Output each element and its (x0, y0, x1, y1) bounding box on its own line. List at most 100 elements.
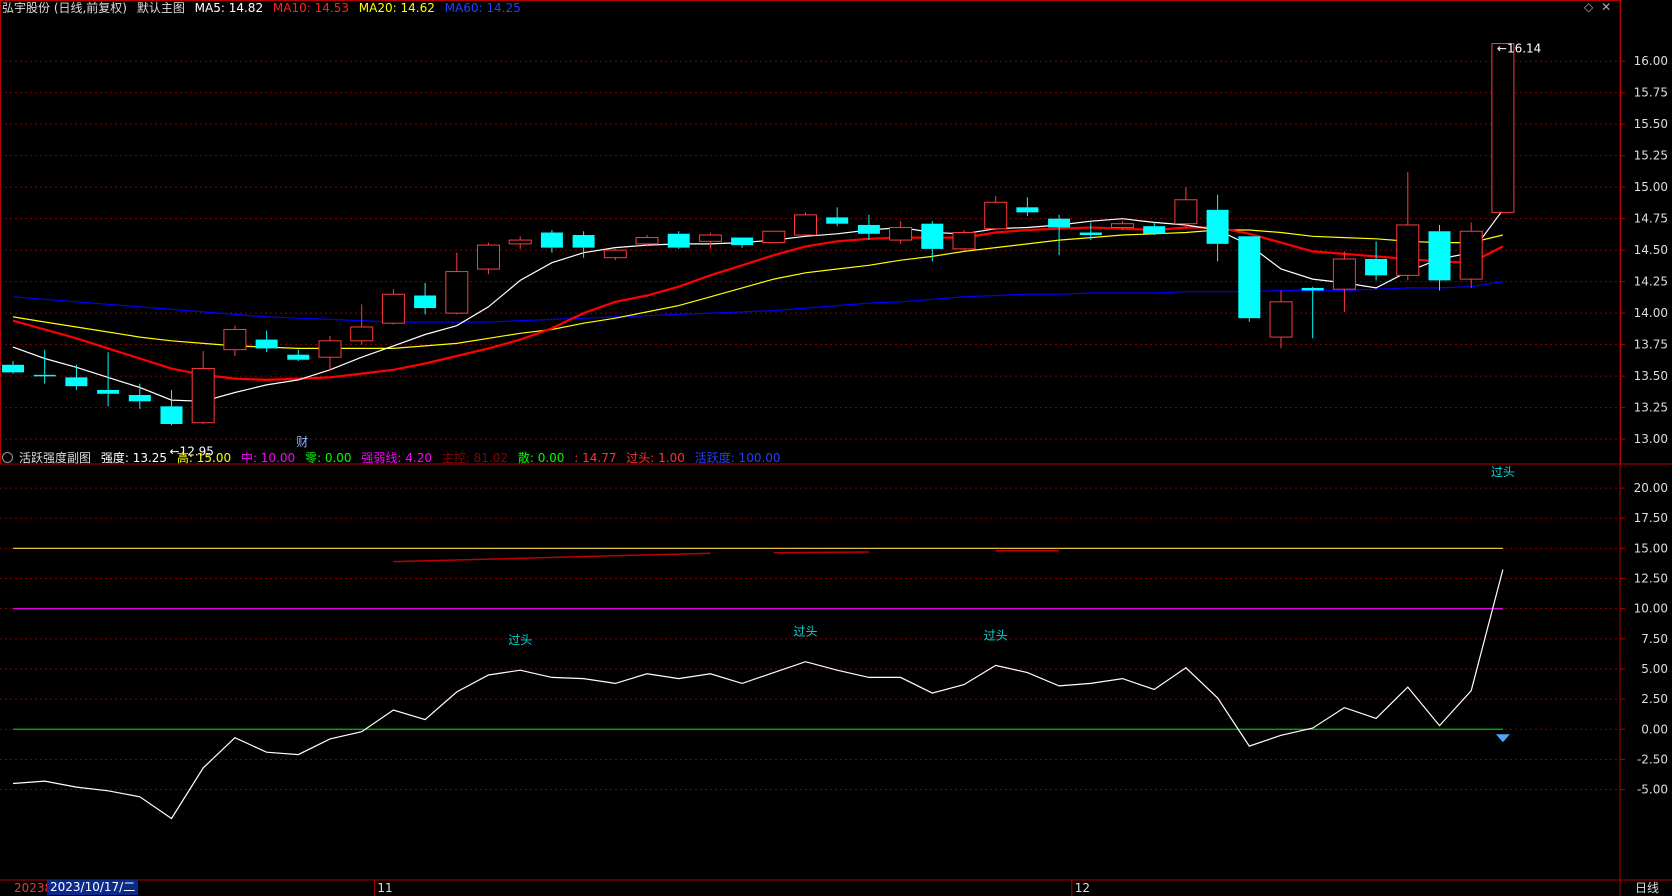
candle-body (318, 340, 342, 358)
diamond-icon[interactable]: ◇ (1584, 0, 1593, 14)
candle-body (350, 326, 374, 342)
candle-body (414, 295, 437, 309)
settings-dot-icon[interactable] (2, 452, 13, 463)
sub-tick-label: 15.00 (1634, 541, 1668, 555)
candle-body (857, 224, 880, 234)
close-icon[interactable]: ✕ (1601, 0, 1611, 14)
candle-body (667, 233, 690, 248)
candle-body (2, 364, 24, 373)
main-tick-label: 13.50 (1634, 369, 1668, 383)
candle-body (1459, 230, 1483, 280)
candle-body (33, 374, 56, 377)
main-control-segment (773, 551, 869, 554)
candle-body (540, 232, 563, 248)
main-tick-label: 15.50 (1634, 117, 1668, 131)
sub-tick-label: 7.50 (1641, 632, 1668, 646)
high-value: 高: 15.00 (176, 451, 232, 465)
chart-canvas[interactable]: 16.00 15.75 15.50 15.25 15.00 14.75 14.50 14.25… (0, 0, 1672, 896)
sub-chart-header: 活跃强度副图 强度: 13.25 高: 15.00 中: 10.00 零: 0.… (2, 450, 787, 466)
over-label: 过头 (793, 625, 817, 639)
main-chart-header: 弘宇股份 (日线,前复权) 默认主图 MA5: 14.82 MA10: 14.5… (2, 0, 527, 16)
candle-body (1491, 43, 1515, 213)
candle-body (1206, 209, 1229, 244)
candle-body (889, 226, 913, 241)
sub-tick-label: 5.00 (1641, 662, 1668, 676)
candle-body (572, 235, 595, 248)
mid-value: 中: 10.00 (240, 451, 296, 465)
candle-body (1365, 258, 1388, 276)
financial-report-marker: 财 (296, 435, 308, 449)
sub-tick-label: 2.50 (1641, 692, 1668, 706)
weak-line-value: 强弱线: 4.20 (361, 451, 432, 465)
ma10-value: MA10: 14.53 (272, 1, 349, 15)
candle-body (984, 201, 1008, 230)
main-tick-label: 14.50 (1634, 243, 1668, 257)
candle-body (1238, 236, 1261, 319)
main-tick-label: 15.75 (1634, 86, 1668, 100)
month-label: 12 (1075, 881, 1090, 895)
main-control-segment (393, 552, 711, 563)
main-tick-label: 16.00 (1634, 54, 1668, 68)
over-label: 过头 (508, 633, 532, 647)
candle-body (1269, 301, 1293, 338)
candle-body (223, 329, 247, 351)
candle-body (287, 354, 310, 360)
stock-title[interactable]: 弘宇股份 (日线,前复权) (2, 1, 127, 15)
retail-value: 散: 0.00 (517, 451, 565, 465)
candle-body (603, 249, 627, 259)
candle-body (191, 368, 215, 424)
candle-body (1396, 224, 1420, 276)
candle-body (1174, 199, 1198, 225)
candle-body (731, 237, 754, 246)
strength-value: 强度: 13.25 (100, 451, 168, 465)
main-tick-label: 14.00 (1634, 306, 1668, 320)
candle-body (826, 217, 849, 224)
template-name[interactable]: 默认主图 (137, 1, 185, 15)
sub-tick-label: 17.50 (1634, 511, 1668, 525)
blank-value: : 14.77 (574, 451, 617, 465)
candle-body (445, 271, 469, 314)
over-label: 过头 (1491, 465, 1515, 479)
candle-body (921, 223, 944, 249)
main-tick-label: 14.25 (1634, 275, 1668, 289)
candle-body (1428, 231, 1451, 281)
sub-tick-label: 12.50 (1634, 572, 1668, 586)
candle-body (952, 232, 976, 250)
main-tick-label: 13.25 (1634, 401, 1668, 415)
strength-line (12, 569, 1504, 820)
zero-value: 零: 0.00 (304, 451, 352, 465)
main-tick-label: 13.75 (1634, 338, 1668, 352)
candle-body (160, 406, 183, 424)
window-controls: ◇ ✕ (1584, 0, 1611, 14)
candle-body (1332, 258, 1356, 290)
indicator-name[interactable]: 活跃强度副图 (19, 451, 91, 465)
candle-body (97, 389, 120, 394)
candle-body (1301, 287, 1324, 291)
main-tick-label: 14.75 (1634, 212, 1668, 226)
month-label: 11 (377, 881, 392, 895)
cursor-date-badge: 2023/10/17/二 (47, 880, 139, 895)
candle-body (1016, 207, 1039, 213)
candle-body (477, 244, 500, 270)
sub-tick-label: 0.00 (1641, 722, 1668, 736)
over-label: 过头 (984, 628, 1008, 642)
period-button[interactable]: 日线 (1622, 880, 1672, 896)
main-tick-label: 13.00 (1634, 432, 1668, 446)
candle-body (1048, 218, 1071, 228)
over-value: 过头: 1.00 (626, 451, 685, 465)
sub-tick-label: -5.00 (1637, 783, 1668, 797)
main-control-value: 主控: 81.02 (441, 451, 509, 465)
candle-body (1111, 223, 1134, 228)
signal-diamond-icon (1495, 734, 1510, 743)
candle-body (65, 377, 88, 387)
candle-body (255, 339, 278, 349)
candle-body (128, 395, 151, 402)
ma20-value: MA20: 14.62 (358, 1, 435, 15)
candle-body (794, 214, 817, 236)
candle-body (1143, 226, 1166, 234)
candle-body (381, 293, 405, 324)
main-tick-label: 15.00 (1634, 180, 1668, 194)
candle-body (1079, 232, 1102, 236)
sub-tick-label: 20.00 (1634, 481, 1668, 495)
ma60-value: MA60: 14.25 (444, 1, 521, 15)
